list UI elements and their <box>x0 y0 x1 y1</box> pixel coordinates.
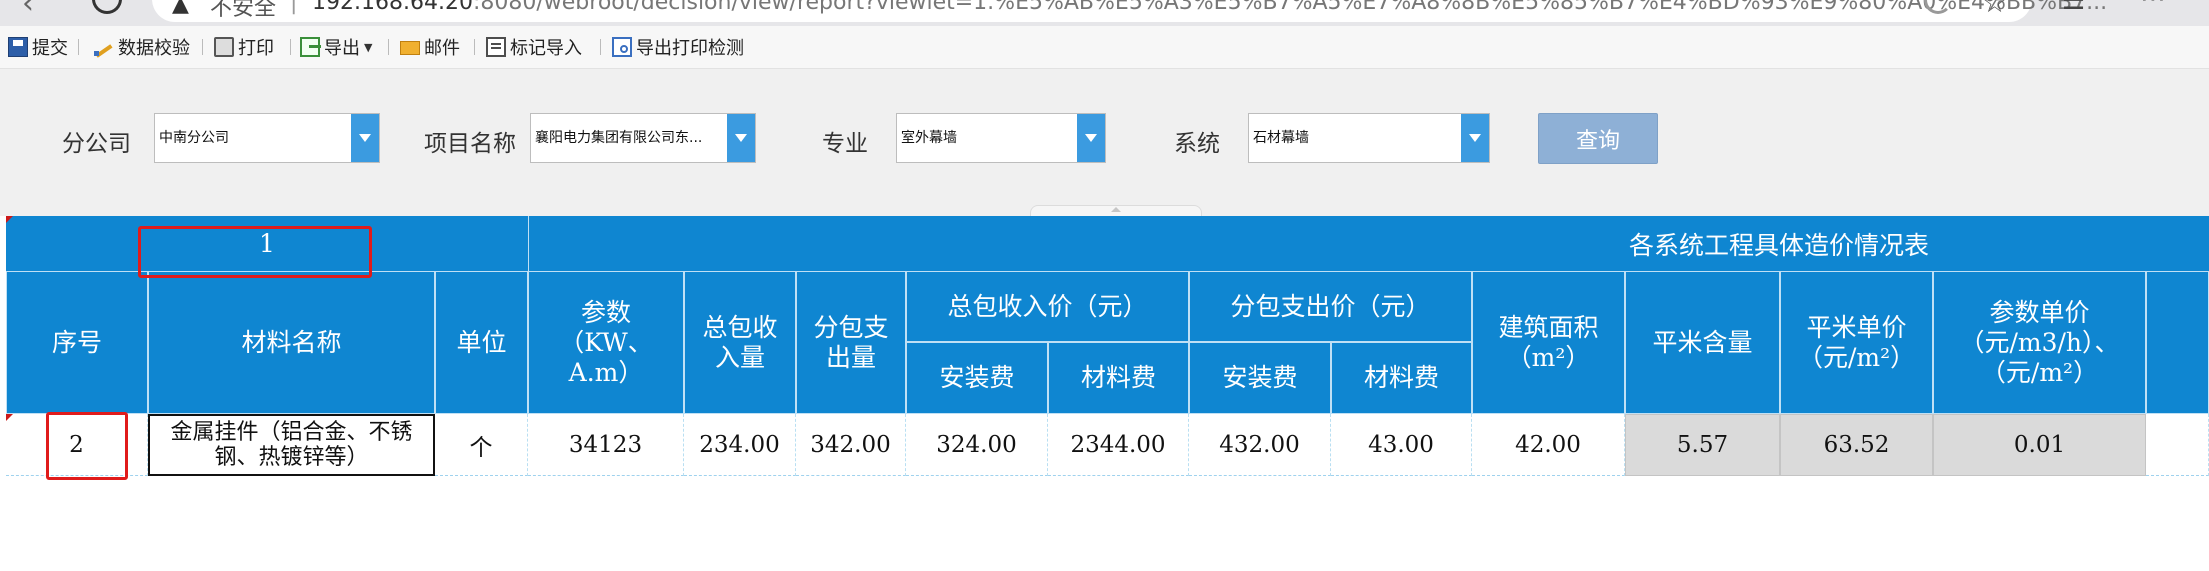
system-select[interactable]: 石材幕墙 <box>1248 113 1490 163</box>
header-total-material-fee: 材料费 <box>1048 342 1189 414</box>
export-print-check-icon <box>612 37 632 57</box>
cell-sub-install-fee[interactable]: 432.00 <box>1189 414 1331 476</box>
system-label: 系统 <box>1174 131 1220 157</box>
address-separator: | <box>290 0 298 15</box>
cell-unit[interactable]: 个 <box>435 414 528 476</box>
chevron-down-icon[interactable] <box>351 114 379 162</box>
cell-sub-material-fee[interactable]: 43.00 <box>1331 414 1472 476</box>
back-arrow-icon[interactable]: ‹ <box>22 0 34 21</box>
cell-material-name[interactable]: 金属挂件（铝合金、不锈钢、热镀锌等） <box>148 414 435 476</box>
more-options-icon[interactable]: ⋯ <box>2140 0 2168 14</box>
validate-label: 数据校验 <box>118 38 190 59</box>
validate-icon <box>94 37 114 57</box>
specialty-label: 专业 <box>822 131 868 157</box>
mark-import-button[interactable]: 标记导入 <box>486 26 582 68</box>
cell-total-in-qty[interactable]: 234.00 <box>684 414 796 476</box>
toolbar-divider <box>290 39 291 55</box>
cell-sqm-unit-price: 63.52 <box>1780 414 1933 476</box>
cell-sqm-content: 5.57 <box>1625 414 1780 476</box>
company-label: 分公司 <box>62 131 131 157</box>
header-sub-out-qty: 分包支出量 <box>796 271 906 414</box>
header-extra-column <box>2146 271 2209 414</box>
export-print-check-button[interactable]: 导出打印检测 <box>612 26 744 68</box>
mail-button[interactable]: 邮件 <box>400 26 460 68</box>
mark-import-icon <box>486 37 506 57</box>
export-print-check-label: 导出打印检测 <box>636 38 744 59</box>
header-material-name: 材料名称 <box>148 271 435 414</box>
security-label[interactable]: 不安全 <box>210 0 276 22</box>
submit-button[interactable]: 提交 <box>8 26 68 68</box>
print-button[interactable]: 打印 <box>214 26 274 68</box>
export-button[interactable]: 导出 ▼ <box>300 26 372 68</box>
bookmark-star-icon[interactable]: ☆ <box>1982 0 2007 19</box>
export-label: 导出 <box>324 38 360 59</box>
query-button[interactable]: 查询 <box>1538 113 1658 164</box>
header-building-area: 建筑面积（m²） <box>1472 271 1625 414</box>
reload-icon[interactable] <box>92 0 122 14</box>
url-path: :8080/webroot/decision/view/report?viewl… <box>472 0 2108 15</box>
toolbar-divider <box>600 39 601 55</box>
cell-marker-icon <box>6 216 13 223</box>
toolbar-divider <box>202 39 203 55</box>
report-grid: 1 各系统工程具体造价情况表 序号 材料名称 单位 参数（KW、A.m） 总包收… <box>0 216 2209 571</box>
cell-total-install-fee[interactable]: 324.00 <box>906 414 1048 476</box>
export-icon <box>300 37 321 57</box>
header-sqm-content: 平米含量 <box>1625 271 1780 414</box>
chevron-down-icon[interactable] <box>1077 114 1105 162</box>
report-title: 各系统工程具体造价情况表 <box>528 216 2209 271</box>
chevron-down-icon[interactable] <box>1461 114 1489 162</box>
header-unit: 单位 <box>435 271 528 414</box>
cell-param[interactable]: 34123 <box>528 414 684 476</box>
submit-label: 提交 <box>32 38 68 59</box>
highlight-box-seq-cell <box>46 412 128 480</box>
header-seq: 序号 <box>6 271 148 414</box>
toolbar-divider <box>474 39 475 55</box>
system-select-value: 石材幕墙 <box>1253 130 1309 146</box>
cell-extra-column[interactable] <box>2146 414 2209 476</box>
project-select[interactable]: 襄阳电力集团有限公司东... <box>530 113 756 163</box>
toolbar-divider <box>388 39 389 55</box>
cell-param-unit-price: 0.01 <box>1933 414 2146 476</box>
validate-button[interactable]: 数据校验 <box>94 26 190 68</box>
specialty-select-value: 室外幕墙 <box>901 130 957 146</box>
cell-marker-icon <box>6 414 13 421</box>
highlight-box-top-cell <box>138 226 372 278</box>
print-label: 打印 <box>238 38 274 59</box>
header-sub-expense-price: 分包支出价（元） <box>1189 271 1472 342</box>
warning-icon[interactable]: ▲ <box>172 0 189 17</box>
cell-building-area[interactable]: 42.00 <box>1472 414 1625 476</box>
header-param: 参数（KW、A.m） <box>528 271 684 414</box>
url-host: 192.168.64.20 <box>312 0 473 15</box>
cell-sub-out-qty[interactable]: 342.00 <box>796 414 906 476</box>
header-sub-install-fee: 安装费 <box>1189 342 1331 414</box>
mail-icon <box>400 41 420 55</box>
browser-toolbar: ‹ ▲ 不安全 | 192.168.64.20:8080/webroot/dec… <box>0 0 2209 26</box>
mark-import-label: 标记导入 <box>510 38 582 59</box>
chevron-down-icon[interactable] <box>727 114 755 162</box>
company-select[interactable]: 中南分公司 <box>154 113 380 163</box>
header-sub-material-fee: 材料费 <box>1331 342 1472 414</box>
header-total-in-qty: 总包收入量 <box>684 271 796 414</box>
report-toolbar: 提交 数据校验 打印 导出 ▼ 邮件 标记导入 导出打印检测 <box>0 26 2209 69</box>
header-total-install-fee: 安装费 <box>906 342 1048 414</box>
chevron-down-icon: ▼ <box>364 40 373 54</box>
save-icon <box>8 37 28 57</box>
cell-total-material-fee[interactable]: 2344.00 <box>1048 414 1189 476</box>
header-param-unit-price: 参数单价（元/m3/h）、（元/m²） <box>1933 271 2146 414</box>
toolbar-divider <box>78 39 79 55</box>
address-url[interactable]: 192.168.64.20:8080/webroot/decision/view… <box>312 0 2107 15</box>
project-select-value: 襄阳电力集团有限公司东... <box>535 130 703 146</box>
print-icon <box>214 37 234 57</box>
specialty-select[interactable]: 室外幕墙 <box>896 113 1106 163</box>
reading-list-icon[interactable]: ☰ <box>2062 0 2085 16</box>
mail-label: 邮件 <box>424 38 460 59</box>
header-total-income-price: 总包收入价（元） <box>906 271 1189 342</box>
company-select-value: 中南分公司 <box>159 130 229 146</box>
project-label: 项目名称 <box>424 131 516 157</box>
header-sqm-unit-price: 平米单价（元/m²） <box>1780 271 1933 414</box>
